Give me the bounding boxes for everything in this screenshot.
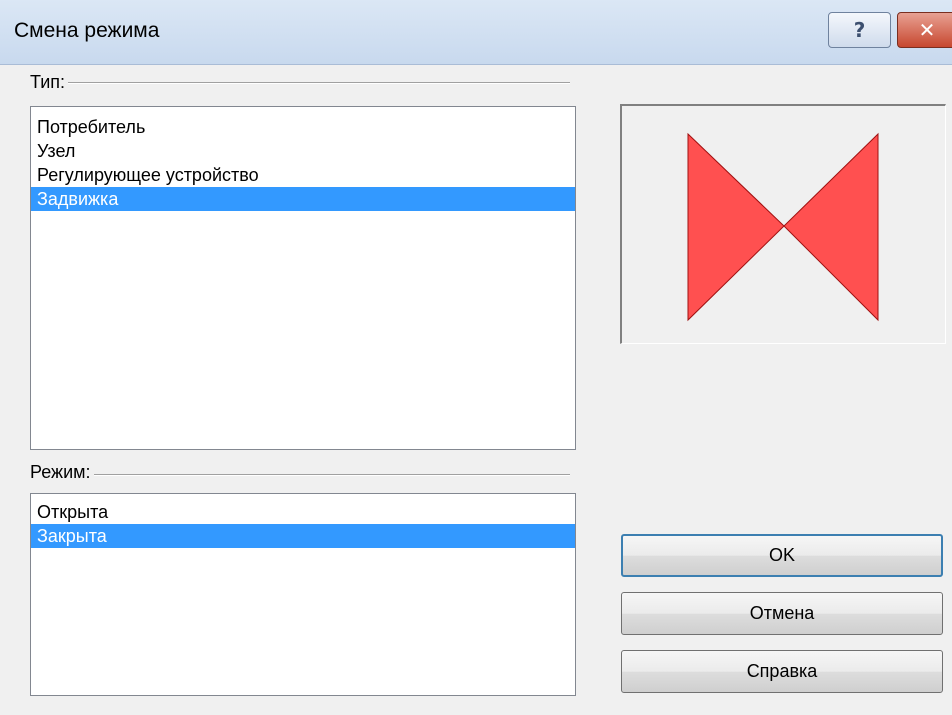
window-title: Смена режима	[14, 19, 160, 42]
valve-closed-icon	[687, 132, 879, 322]
type-group-label: Тип:	[30, 72, 69, 93]
title-bar[interactable]: Смена режима ? ✕	[0, 0, 952, 65]
mode-group-label: Режим:	[30, 462, 94, 483]
list-item[interactable]: Узел	[31, 139, 575, 163]
close-button[interactable]: ✕	[897, 12, 952, 48]
ok-button[interactable]: OK	[621, 534, 943, 577]
mode-group-separator	[32, 474, 570, 476]
mode-listbox[interactable]: Открыта Закрыта	[30, 493, 576, 696]
type-listbox[interactable]: Потребитель Узел Регулирующее устройство…	[30, 106, 576, 450]
list-item[interactable]: Регулирующее устройство	[31, 163, 575, 187]
list-item[interactable]: Потребитель	[31, 115, 575, 139]
list-item-selected[interactable]: Закрыта	[31, 524, 575, 548]
symbol-preview	[620, 104, 946, 344]
list-item[interactable]: Открыта	[31, 500, 575, 524]
help-button[interactable]: Справка	[621, 650, 943, 693]
type-group-separator	[32, 82, 570, 84]
help-title-button[interactable]: ?	[828, 12, 891, 48]
list-item-selected[interactable]: Задвижка	[31, 187, 575, 211]
cancel-button[interactable]: Отмена	[621, 592, 943, 635]
